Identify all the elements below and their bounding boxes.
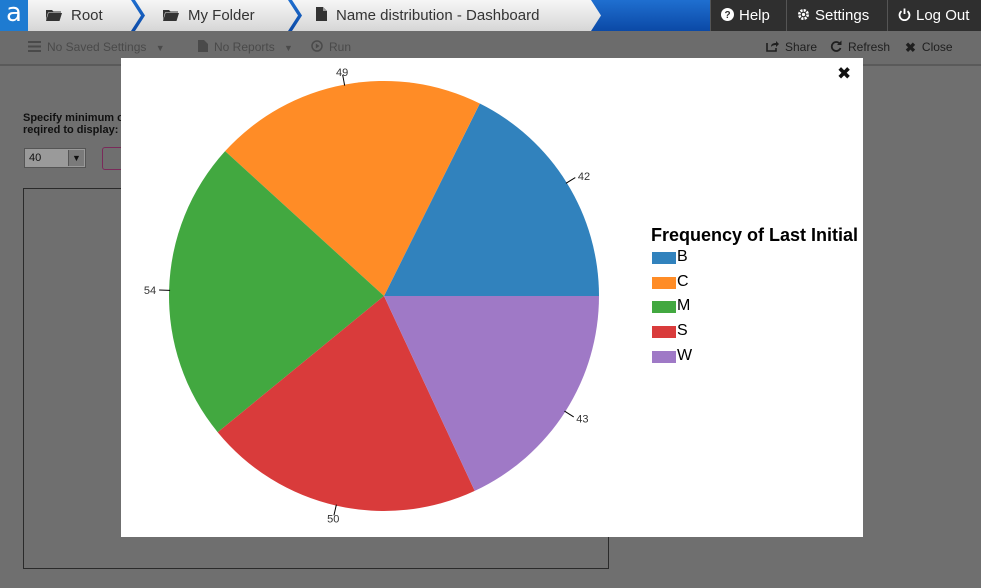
logout-button[interactable]: Log Out (887, 0, 981, 31)
pie-value-label: 43 (576, 414, 588, 426)
breadcrumb-label: Root (71, 7, 103, 24)
legend-swatch (652, 350, 676, 363)
share-icon (766, 40, 779, 55)
minimum-count-select[interactable]: 40 ▼ (24, 148, 86, 168)
app-logo[interactable]: a (0, 0, 28, 31)
pie-value-label: 54 (144, 285, 156, 297)
legend-swatch (652, 252, 676, 264)
question-icon: ? (721, 1, 734, 32)
breadcrumb-dashboard[interactable]: Name distribution - Dashboard (292, 0, 601, 31)
reports-dropdown[interactable]: No Reports ▼ (198, 40, 293, 55)
pie-value-label: 42 (578, 171, 590, 183)
list-icon (28, 40, 41, 55)
pie-chart: 42 49 54 50 43 (144, 67, 599, 525)
breadcrumb-label: My Folder (188, 7, 255, 24)
caret-down-icon: ▼ (284, 43, 293, 53)
refresh-button[interactable]: Refresh (830, 40, 890, 55)
minimum-count-label: Specify minimum c reqired to display: (23, 112, 123, 136)
pie-value-label: 50 (327, 513, 339, 525)
breadcrumb: Root My Folder Name distribution - Dashb… (28, 0, 710, 31)
refresh-icon (830, 40, 842, 55)
legend-label: B (677, 248, 688, 265)
pie-value-label: 49 (336, 67, 348, 79)
folder-icon (163, 1, 179, 32)
chart-modal: 42 49 54 50 43 ✖ Frequency of Last Initial B… (121, 58, 863, 537)
help-button[interactable]: ? Help (710, 0, 786, 31)
close-button[interactable]: ✖ Close (905, 40, 953, 56)
refresh-label: Refresh (848, 40, 891, 54)
document-icon (198, 40, 208, 55)
run-label: Run (329, 40, 352, 54)
chevron-down-icon: ▼ (68, 150, 84, 166)
power-icon (898, 1, 911, 32)
breadcrumb-my-folder[interactable]: My Folder (135, 0, 298, 31)
breadcrumb-label: Name distribution - Dashboard (336, 7, 540, 24)
play-circle-icon (311, 40, 323, 55)
document-icon (316, 1, 327, 32)
settings-button[interactable]: Settings (786, 0, 887, 31)
saved-settings-dropdown[interactable]: No Saved Settings ▼ (28, 40, 165, 55)
share-button[interactable]: Share (766, 40, 817, 55)
breadcrumb-root[interactable]: Root (28, 0, 141, 31)
svg-text:?: ? (724, 10, 730, 21)
legend-label: C (677, 272, 689, 290)
pie-leader-line (565, 177, 576, 184)
logout-label: Log Out (916, 7, 970, 24)
pie-leader-line (564, 410, 574, 418)
legend-swatch (652, 301, 676, 314)
caret-down-icon: ▼ (155, 43, 165, 53)
help-label: Help (739, 7, 770, 24)
saved-settings-label: No Saved Settings (47, 40, 147, 54)
gear-icon (797, 1, 810, 32)
close-icon: ✖ (905, 40, 916, 55)
modal-close-icon[interactable]: ✖ (837, 64, 851, 84)
share-label: Share (785, 40, 818, 54)
legend-label: W (677, 346, 693, 364)
run-button[interactable]: Run (311, 40, 351, 55)
settings-label: Settings (815, 7, 870, 24)
top-bar: a Root My Folder Name distribution - Das… (0, 0, 981, 31)
reports-label: No Reports (214, 40, 275, 54)
legend-label: S (677, 322, 688, 340)
folder-icon (46, 1, 62, 32)
legend-label: M (677, 297, 691, 315)
legend-swatch (652, 326, 676, 339)
close-label: Close (921, 40, 953, 55)
legend-swatch (652, 276, 676, 289)
minimum-count-value: 40 (29, 152, 42, 164)
legend-title: Frequency of Last Initial (651, 225, 859, 245)
